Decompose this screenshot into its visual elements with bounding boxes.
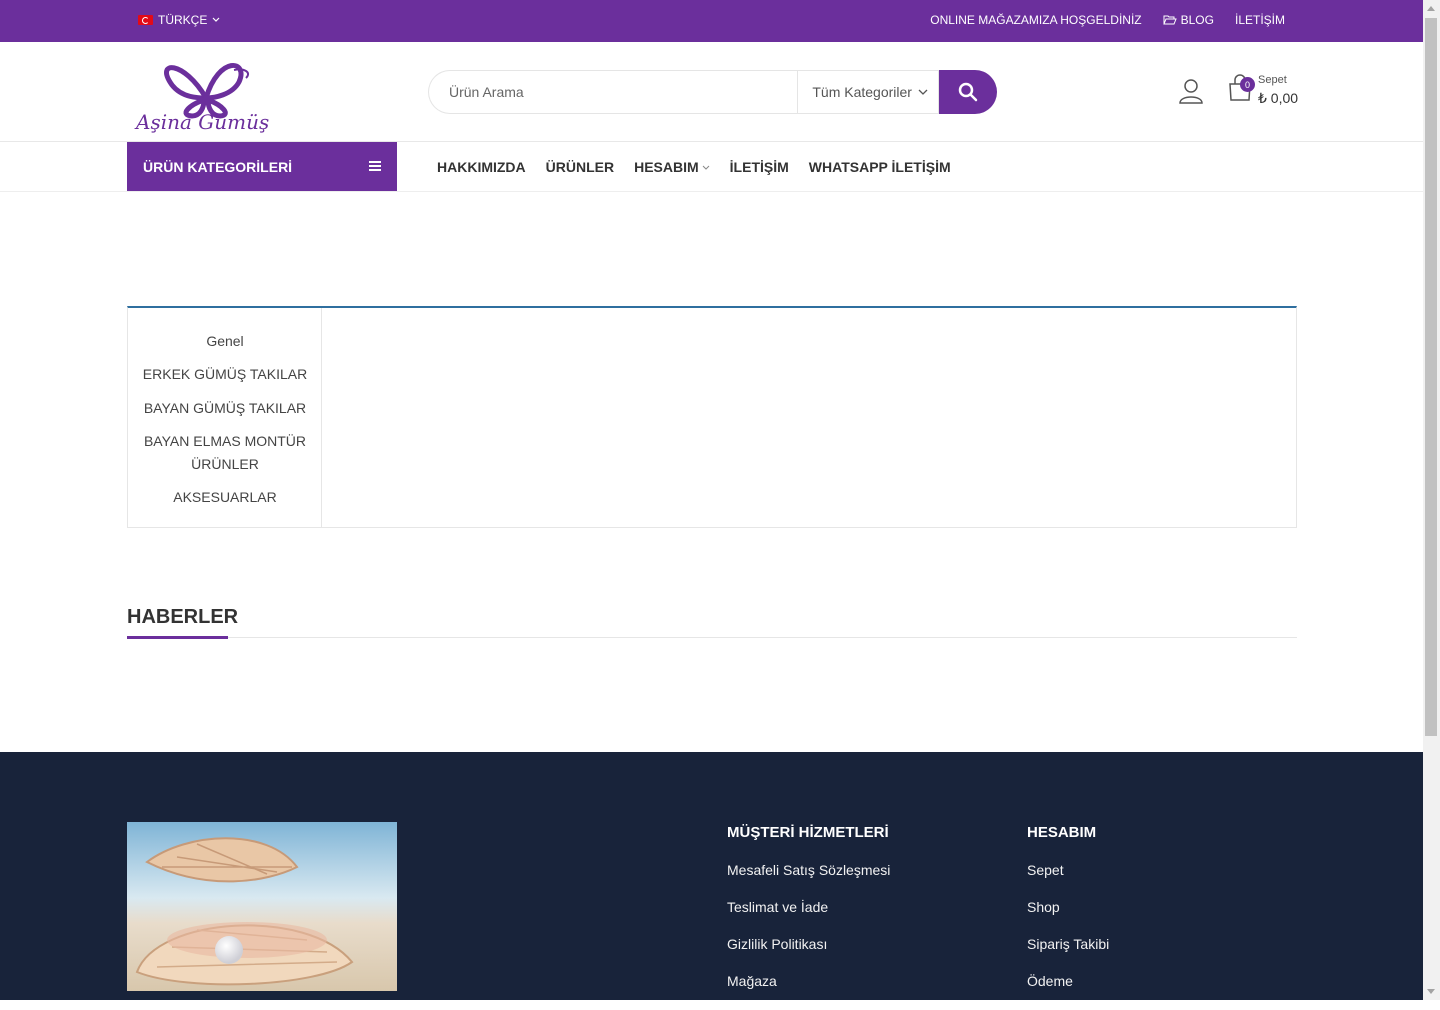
news-title: HABERLER	[127, 606, 239, 628]
footer-link[interactable]: Mesafeli Satış Sözleşmesi	[727, 862, 890, 878]
logo-text: Aşina Gümüş	[136, 110, 270, 134]
nav-item-account[interactable]: HESABIM	[634, 159, 710, 175]
footer-link[interactable]: Shop	[1027, 899, 1109, 915]
cart-total: ₺ 0,00	[1258, 90, 1299, 106]
scrollbar-thumb[interactable]	[1425, 18, 1437, 736]
chevron-down-icon	[212, 17, 220, 22]
blog-label: BLOG	[1180, 13, 1214, 27]
language-label: TÜRKÇE	[158, 13, 208, 27]
footer: MÜŞTERİ HİZMETLERİ Mesafeli Satış Sözleş…	[0, 752, 1423, 1000]
cart-label: Sepet	[1258, 74, 1287, 86]
turkey-flag-icon	[138, 15, 153, 25]
chevron-down-icon	[918, 89, 928, 95]
scroll-up-arrow-icon[interactable]	[1427, 6, 1435, 11]
account-column: HESABIM Sepet Shop Sipariş Takibi Ödeme	[1027, 824, 1109, 1010]
category-item[interactable]: BAYAN ELMAS MONTÜR ÜRÜNLER	[138, 430, 312, 476]
search-button[interactable]	[939, 70, 997, 114]
news-title-underline	[127, 636, 228, 639]
footer-link[interactable]: Sepet	[1027, 862, 1109, 878]
footer-link[interactable]: Mağaza	[727, 973, 890, 989]
category-select-label: Tüm Kategoriler	[812, 84, 912, 100]
search-icon	[958, 82, 978, 102]
footer-link[interactable]: Teslimat ve İade	[727, 899, 890, 915]
welcome-text: ONLINE MAĞAZAMIZA HOŞGELDİNİZ	[930, 13, 1142, 27]
product-categories-label: ÜRÜN KATEGORİLERİ	[143, 159, 293, 175]
product-categories-button[interactable]: ÜRÜN KATEGORİLERİ	[127, 142, 397, 192]
chevron-down-icon	[702, 165, 710, 170]
nav-item-whatsapp[interactable]: WHATSAPP İLETİŞİM	[809, 159, 951, 175]
language-selector[interactable]: TÜRKÇE	[138, 13, 220, 27]
user-icon	[1179, 79, 1203, 104]
category-item[interactable]: AKSESUARLAR	[128, 486, 322, 509]
account-button[interactable]	[1178, 78, 1204, 109]
cart-button[interactable]: 0 Sepet ₺ 0,00	[1228, 74, 1298, 107]
category-tab-box: Genel ERKEK GÜMÜŞ TAKILAR BAYAN GÜMÜŞ TA…	[127, 306, 1297, 528]
nav-item-contact[interactable]: İLETİŞİM	[730, 159, 789, 175]
category-list: Genel ERKEK GÜMÜŞ TAKILAR BAYAN GÜMÜŞ TA…	[128, 308, 322, 528]
scroll-down-arrow-icon[interactable]	[1427, 989, 1435, 994]
nav-item-account-label: HESABIM	[634, 159, 699, 175]
news-divider	[127, 637, 1297, 638]
cart-count-badge: 0	[1240, 77, 1255, 92]
nav-divider	[0, 191, 1423, 192]
pearl-shell-image	[127, 822, 397, 991]
customer-service-column: MÜŞTERİ HİZMETLERİ Mesafeli Satış Sözleş…	[727, 824, 890, 1010]
nav-item-products[interactable]: ÜRÜNLER	[546, 159, 614, 175]
logo[interactable]: Aşina Gümüş	[134, 50, 284, 135]
nav-item-about[interactable]: HAKKIMIZDA	[437, 159, 526, 175]
search-input[interactable]: Ürün Arama	[428, 70, 798, 114]
search-bar: Ürün Arama Tüm Kategoriler	[428, 70, 997, 114]
blog-link[interactable]: BLOG	[1162, 13, 1214, 27]
page-scrollbar[interactable]	[1423, 0, 1440, 1000]
hamburger-icon	[369, 161, 381, 173]
account-title: HESABIM	[1027, 824, 1097, 841]
folder-open-icon	[1162, 15, 1177, 25]
category-item[interactable]: ERKEK GÜMÜŞ TAKILAR	[128, 363, 322, 386]
category-select[interactable]: Tüm Kategoriler	[797, 70, 940, 114]
category-item[interactable]: BAYAN GÜMÜŞ TAKILAR	[128, 397, 322, 420]
category-item[interactable]: Genel	[128, 330, 322, 353]
footer-link[interactable]: Sipariş Takibi	[1027, 936, 1109, 952]
main-nav: HAKKIMIZDA ÜRÜNLER HESABIM İLETİŞİM WHAT…	[437, 159, 951, 175]
contact-link[interactable]: İLETİŞİM	[1235, 13, 1285, 27]
top-bar: TÜRKÇE ONLINE MAĞAZAMIZA HOŞGELDİNİZ BLO…	[0, 0, 1423, 42]
header: Aşina Gümüş Ürün Arama Tüm Kategoriler 0…	[0, 42, 1423, 142]
footer-link[interactable]: Gizlilik Politikası	[727, 936, 890, 952]
customer-service-title: MÜŞTERİ HİZMETLERİ	[727, 824, 889, 841]
footer-link[interactable]: Ödeme	[1027, 973, 1109, 989]
